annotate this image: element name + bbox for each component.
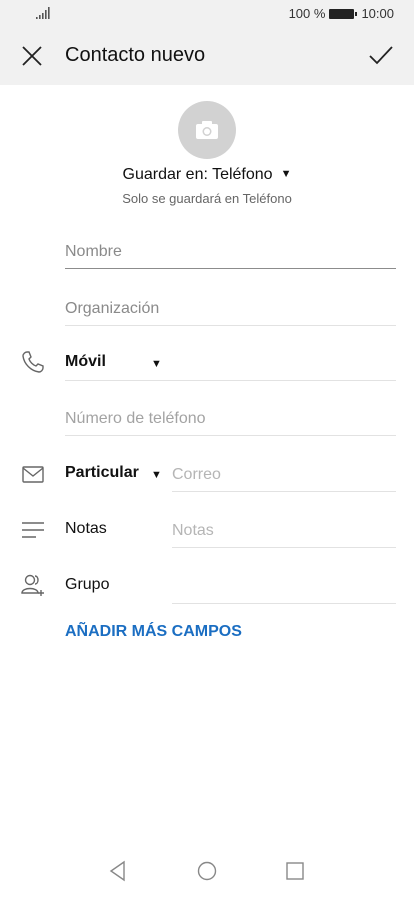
notes-underline xyxy=(172,547,396,548)
notes-icon xyxy=(22,522,44,538)
storage-label: Guardar en: Teléfono xyxy=(122,166,273,183)
group-underline xyxy=(172,603,396,604)
notes-placeholder: Notas xyxy=(172,522,214,539)
camera-icon xyxy=(196,121,218,139)
organization-field[interactable]: Organización xyxy=(65,296,396,326)
group-field[interactable] xyxy=(172,574,396,604)
nav-back-icon[interactable] xyxy=(106,859,130,883)
page-title: Contacto nuevo xyxy=(65,44,206,66)
group-icon xyxy=(21,574,44,596)
chevron-down-icon: ▼ xyxy=(280,168,292,180)
notes-field[interactable]: Notas xyxy=(172,518,396,548)
group-label: Grupo xyxy=(65,576,110,593)
phone-number-field[interactable]: Número de teléfono xyxy=(65,406,396,436)
mail-icon xyxy=(22,466,44,483)
email-underline xyxy=(172,491,396,492)
name-placeholder: Nombre xyxy=(65,243,122,260)
battery-level: 100 % xyxy=(288,6,326,21)
nav-home-icon[interactable] xyxy=(195,859,219,883)
email-field[interactable]: Correo xyxy=(172,462,396,492)
phone-type-underline xyxy=(65,380,396,381)
add-photo-button[interactable] xyxy=(178,101,236,159)
organization-underline xyxy=(65,325,396,326)
email-type-select[interactable]: Particular xyxy=(65,464,139,482)
status-bar: 100 % 10:00 xyxy=(0,0,414,30)
name-underline xyxy=(65,268,396,269)
battery-icon xyxy=(329,8,358,19)
navigation-bar xyxy=(0,849,414,897)
name-field[interactable]: Nombre xyxy=(65,239,396,269)
storage-note: Solo se guardará en Teléfono xyxy=(122,191,292,206)
chevron-down-icon[interactable]: ▼ xyxy=(151,469,162,481)
check-icon[interactable] xyxy=(368,44,394,68)
phone-icon xyxy=(22,351,44,373)
signal-icon xyxy=(36,7,50,19)
notes-label: Notas xyxy=(65,520,107,537)
phone-type-underline-row xyxy=(65,351,396,381)
phone-number-placeholder: Número de teléfono xyxy=(65,410,206,427)
close-icon[interactable] xyxy=(20,44,44,68)
clock: 10:00 xyxy=(361,6,394,21)
nav-recents-icon[interactable] xyxy=(283,859,307,883)
add-more-fields-button[interactable]: AÑADIR MÁS CAMPOS xyxy=(65,623,242,641)
storage-selector[interactable]: Guardar en: Teléfono ▼ xyxy=(0,166,414,184)
phone-number-underline xyxy=(65,435,396,436)
email-placeholder: Correo xyxy=(172,466,221,483)
organization-placeholder: Organización xyxy=(65,300,160,317)
app-bar: Contacto nuevo xyxy=(0,30,414,85)
